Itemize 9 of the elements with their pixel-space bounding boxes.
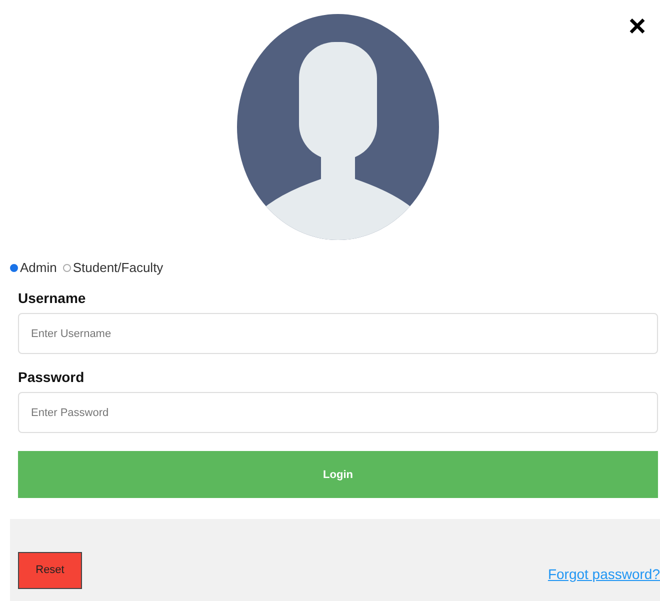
field-label: Password (18, 369, 86, 385)
input-field[interactable]: Enter Password (18, 392, 658, 433)
role-radio[interactable]: Admin (10, 260, 57, 275)
reset-button[interactable]: Reset (18, 552, 82, 588)
avatar-icon (237, 14, 439, 240)
field-label: Username (18, 290, 87, 306)
close-button[interactable]: × (624, 12, 650, 42)
role-radio[interactable]: Student/Faculty (62, 260, 164, 275)
input-field[interactable]: Enter Username (18, 313, 658, 354)
